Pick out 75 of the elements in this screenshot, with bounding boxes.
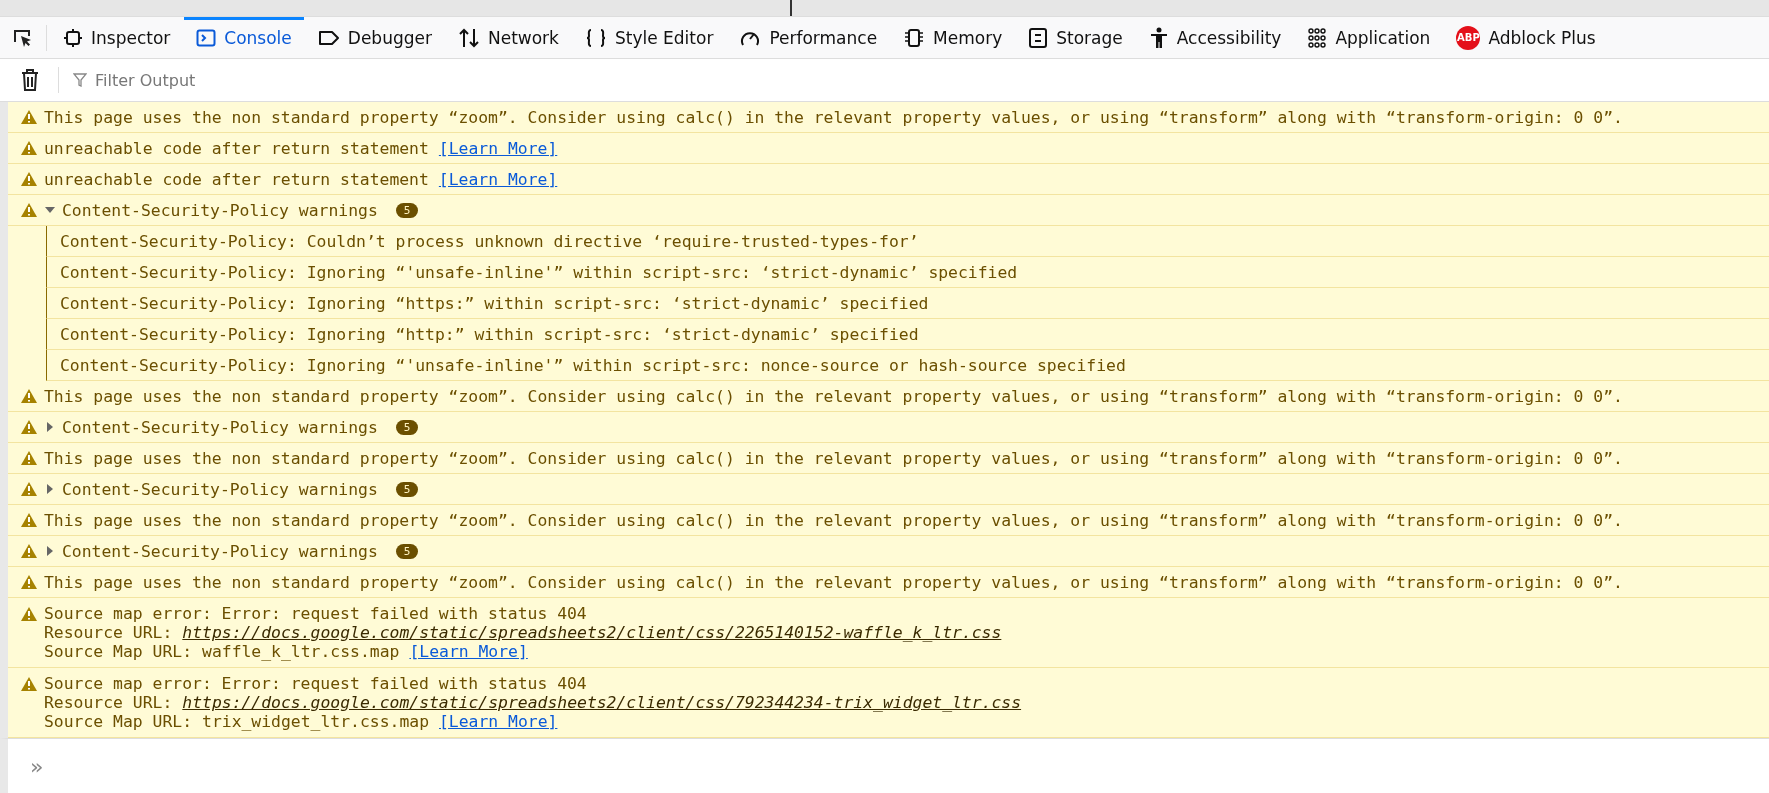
message-text: Source map error: Error: request failed with status 404 <box>44 604 588 623</box>
message-text: This page uses the non standard property “zoom”. Consider using calc() in the relevant property values, or using “transform” along with “transform-origin: 0 0”. <box>44 107 1623 127</box>
learn-more-link[interactable]: [Learn More] <box>409 642 528 661</box>
devtools-tab[interactable]: Performance <box>727 17 890 58</box>
count-badge: 5 <box>395 419 419 435</box>
filter-field[interactable]: Filter Output <box>93 69 397 91</box>
count-badge: 5 <box>395 202 419 218</box>
warning-icon <box>20 202 38 218</box>
count-badge: 5 <box>395 481 419 497</box>
message-text: This page uses the non standard property “zoom”. Consider using calc() in the relevant property values, or using “transform” along with “transform-origin: 0 0”. <box>44 572 1623 592</box>
warning-icon <box>20 481 38 497</box>
field-label: Resource URL: <box>44 623 173 642</box>
learn-more-link[interactable]: [Learn More] <box>438 138 558 158</box>
field-label: Resource URL: <box>44 693 173 712</box>
devtools-tab[interactable]: Console <box>184 17 304 58</box>
message-text: Content-Security-Policy: Ignoring “https:” within script-src: ‘strict-dynamic’ specified <box>60 293 929 313</box>
warning-group[interactable]: Content-Security-Policy warnings 5 <box>8 474 1769 505</box>
learn-more-link[interactable]: [Learn More] <box>438 169 558 189</box>
warning-icon <box>20 512 38 528</box>
warning-group[interactable]: Content-Security-Policy warnings 5 <box>8 195 1769 226</box>
warning-icon <box>20 676 38 692</box>
devtools-tab[interactable]: Style Editor <box>572 17 726 58</box>
message-text: Content-Security-Policy: Ignoring “http:” within script-src: ‘strict-dynamic’ specified <box>60 324 919 344</box>
box-icon <box>63 27 83 48</box>
devtools-tab[interactable]: Inspector <box>51 17 183 58</box>
field-label: Source Map URL: <box>44 642 193 661</box>
message-text: Content-Security-Policy: Ignoring “'unsafe-inline'” within script-src: ‘strict-dynamic’ specified <box>60 262 1018 282</box>
arrows-icon <box>457 26 480 49</box>
funnel-icon <box>73 73 87 87</box>
chip-icon <box>903 26 926 49</box>
group-title: Content-Security-Policy warnings <box>62 479 378 499</box>
warning-icon <box>20 606 38 622</box>
message-text: unreachable code after return statement <box>44 138 429 158</box>
message-text: Content-Security-Policy: Ignoring “'unsafe-inline'” within script-src: nonce-source or hash-source specified <box>60 355 1126 375</box>
warning-icon <box>20 388 38 404</box>
message-text: This page uses the non standard property “zoom”. Consider using calc() in the relevant property values, or using “transform” along with “transform-origin: 0 0”. <box>44 448 1623 468</box>
map-url: waffle_k_ltr.css.map <box>202 642 400 661</box>
message-text: Source map error: Error: request failed with status 404 <box>44 674 588 693</box>
map-url: trix_widget_ltr.css.map <box>202 712 429 731</box>
resource-link[interactable]: https://docs.google.com/static/spreadsheets2/client/css/792344234-trix_widget_ltr.css <box>182 693 1022 712</box>
warning-icon <box>20 574 38 590</box>
cabinet-icon <box>1028 26 1049 49</box>
warning-group[interactable]: Content-Security-Policy warnings 5 <box>8 412 1769 443</box>
warning-icon <box>20 543 38 559</box>
warning-icon <box>20 450 38 466</box>
devtools-tab[interactable]: Application <box>1295 17 1443 58</box>
count-badge: 5 <box>395 543 419 559</box>
devtools-tab[interactable]: ABP Adblock Plus <box>1444 17 1608 58</box>
devtools-tab[interactable]: Accessibility <box>1136 17 1294 58</box>
stop-sign-icon: ABP <box>1456 25 1481 50</box>
message-text: This page uses the non standard property “zoom”. Consider using calc() in the relevant property values, or using “transform” along with “transform-origin: 0 0”. <box>44 386 1623 406</box>
learn-more-link[interactable]: [Learn More] <box>439 712 558 731</box>
group-title: Content-Security-Policy warnings <box>62 200 378 220</box>
devtools-tab[interactable]: Network <box>445 17 571 58</box>
devtools-tab[interactable]: Memory <box>891 17 1015 58</box>
warning-group[interactable]: Content-Security-Policy warnings 5 <box>8 536 1769 567</box>
person-icon <box>1148 26 1169 49</box>
message-text: This page uses the non standard property “zoom”. Consider using calc() in the relevant property values, or using “transform” along with “transform-origin: 0 0”. <box>44 510 1623 530</box>
warning-icon <box>20 109 38 125</box>
warning-icon <box>20 419 38 435</box>
resource-link[interactable]: https://docs.google.com/static/spreadsheets2/client/css/2265140152-waffle_k_ltr.css <box>182 623 1002 642</box>
field-label: Source Map URL: <box>44 712 193 731</box>
group-title: Content-Security-Policy warnings <box>62 417 378 437</box>
warning-icon <box>20 171 38 187</box>
grid-icon <box>1307 26 1328 49</box>
braces-icon <box>584 27 607 48</box>
warning-icon <box>20 140 38 156</box>
message-text: unreachable code after return statement <box>44 169 429 189</box>
message-text: Content-Security-Policy: Couldn’t process unknown directive ‘require-trusted-types-for’ <box>60 231 919 251</box>
console-icon <box>196 27 217 48</box>
devtools-tab[interactable]: Debugger <box>305 17 444 58</box>
console-input[interactable]: » <box>0 738 1769 793</box>
devtools-tab[interactable]: Storage <box>1016 17 1135 58</box>
prompt-symbol: » <box>30 753 44 779</box>
group-title: Content-Security-Policy warnings <box>62 541 378 561</box>
